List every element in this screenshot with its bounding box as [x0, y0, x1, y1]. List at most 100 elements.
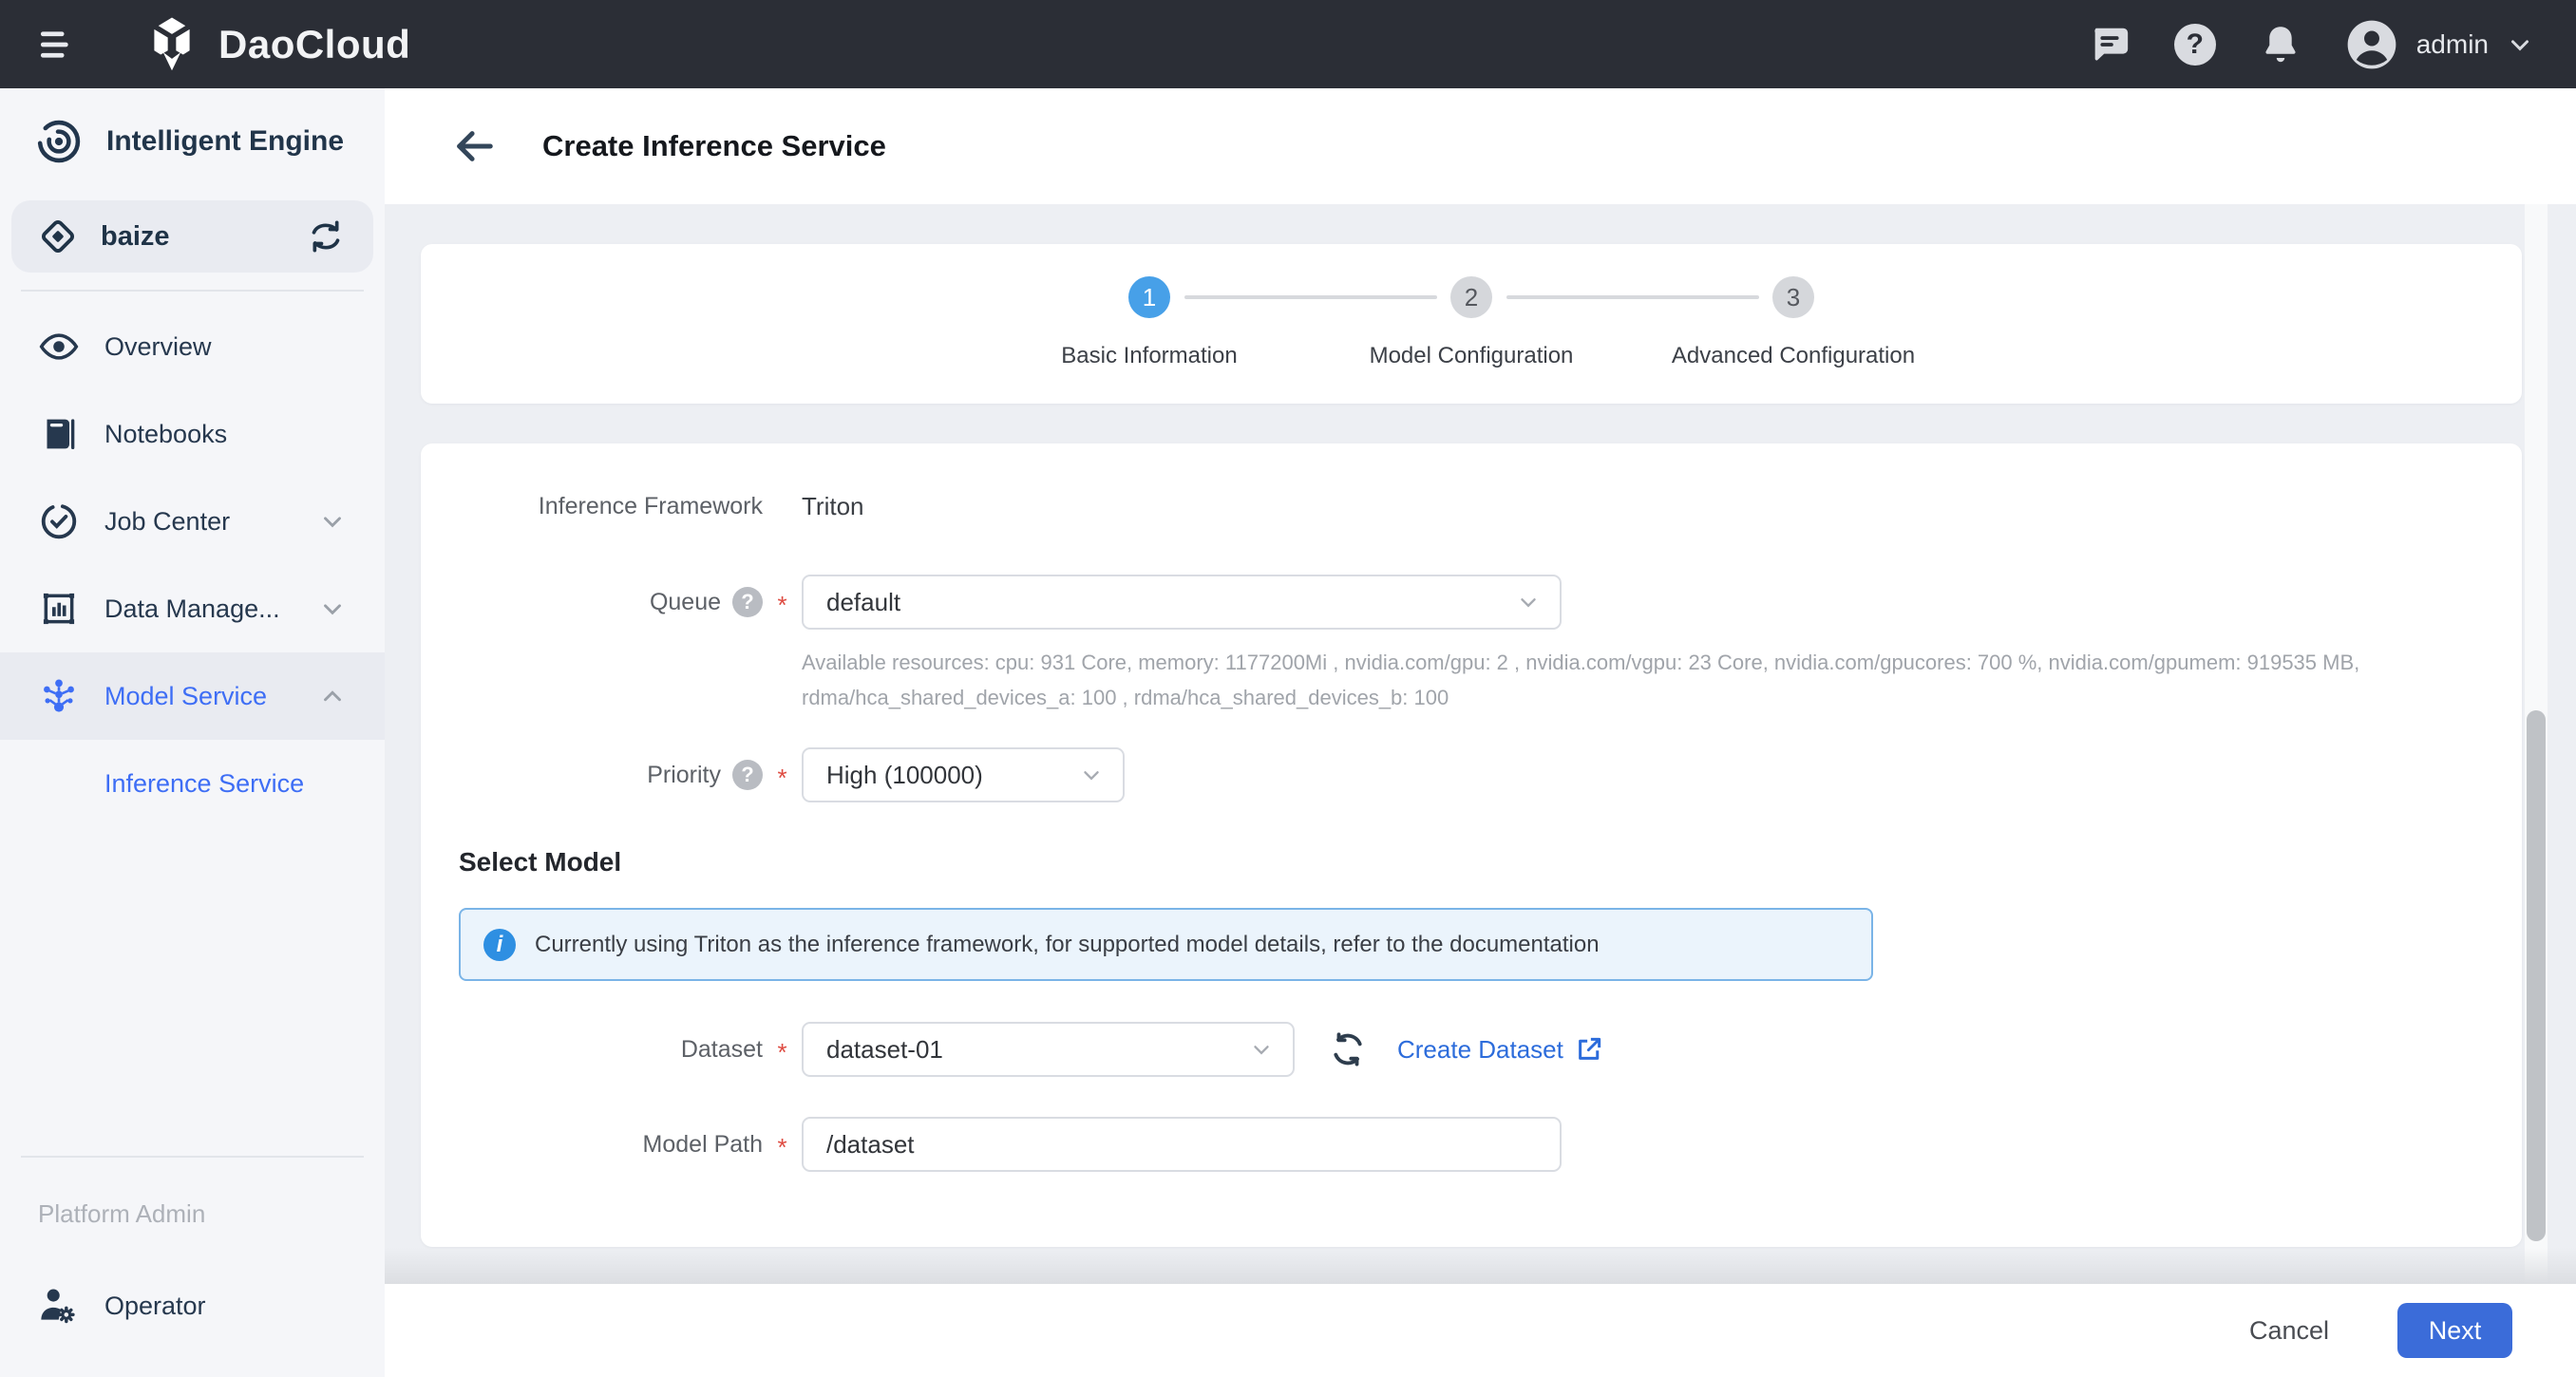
workspace-icon: [38, 217, 78, 256]
eye-icon: [38, 327, 80, 367]
workspace-swap-icon[interactable]: [307, 217, 345, 255]
create-dataset-link[interactable]: Create Dataset: [1397, 1035, 1603, 1065]
page-header: Create Inference Service: [385, 88, 2576, 204]
content-scroll-area: 1 2 3 Basic Information Model Configurat…: [385, 204, 2576, 1284]
chevron-down-icon: [1079, 763, 1104, 787]
workspace-name: baize: [101, 221, 170, 253]
hamburger-menu-icon[interactable]: [34, 20, 84, 69]
queue-select-value: default: [826, 588, 900, 617]
operator-icon: [36, 1284, 80, 1328]
priority-select[interactable]: High (100000): [802, 747, 1125, 802]
step-1-circle: 1: [1128, 276, 1170, 318]
chevron-down-icon: [1516, 590, 1541, 614]
intelligent-engine-icon: [34, 117, 84, 166]
product-name: Intelligent Engine: [106, 125, 344, 158]
data-management-icon: [38, 589, 80, 629]
sidebar-divider: [21, 1156, 364, 1158]
banner-text: Currently using Triton as the inference …: [535, 932, 1600, 958]
step-2-circle: 2: [1450, 276, 1492, 318]
sidebar-item-model-service[interactable]: Model Service: [0, 652, 385, 740]
queue-row: Queue ? * default: [421, 575, 2522, 630]
sidebar-item-overview[interactable]: Overview: [0, 303, 385, 390]
messages-icon[interactable]: [2088, 23, 2131, 66]
dataset-row: Dataset * dataset-01 Create Dataset: [421, 1022, 2522, 1077]
basic-information-form-card: Inference Framework Triton Queue ? * def…: [421, 443, 2522, 1247]
daocloud-logo-icon: [142, 15, 201, 74]
scrollbar-thumb[interactable]: [2527, 710, 2546, 1241]
inference-framework-value: Triton: [802, 492, 864, 521]
step-3-label: Advanced Configuration: [1633, 343, 1955, 369]
step-1-label: Basic Information: [989, 343, 1311, 369]
stepper-card: 1 2 3 Basic Information Model Configurat…: [421, 244, 2522, 404]
framework-info-banner: i Currently using Triton as the inferenc…: [459, 908, 1873, 981]
scrollbar[interactable]: [2525, 204, 2548, 1284]
chevron-down-icon: [1249, 1037, 1274, 1062]
sidebar-bottom: Platform Admin Operator: [0, 1156, 385, 1328]
main-area: Create Inference Service 1 2 3 Bas: [385, 88, 2576, 1377]
sidebar: Intelligent Engine baize Overview: [0, 88, 385, 1377]
platform-admin-label: Platform Admin: [0, 1199, 385, 1229]
topbar-actions: ? admin: [2088, 17, 2534, 72]
help-icon[interactable]: ?: [2173, 23, 2217, 66]
inference-framework-label: Inference Framework: [421, 493, 763, 520]
priority-label: Priority ?: [421, 760, 763, 790]
sidebar-item-data-management[interactable]: Data Manage...: [0, 565, 385, 652]
required-asterisk: *: [763, 1127, 802, 1162]
username: admin: [2416, 29, 2489, 60]
queue-label: Queue ?: [421, 587, 763, 617]
chevron-down-icon: [2506, 30, 2534, 59]
step-2-label: Model Configuration: [1311, 343, 1633, 369]
workspace-selector[interactable]: baize: [11, 200, 373, 273]
external-link-icon: [1575, 1035, 1603, 1064]
sidebar-divider: [21, 290, 364, 292]
sidebar-item-inference-service[interactable]: Inference Service: [0, 740, 385, 827]
back-arrow-icon[interactable]: [451, 123, 497, 169]
stepper: 1 2 3 Basic Information Model Configurat…: [989, 276, 1955, 369]
book-icon: [38, 415, 80, 453]
chevron-up-icon: [318, 682, 347, 710]
info-icon: i: [483, 929, 516, 961]
model-path-input[interactable]: [802, 1117, 1562, 1172]
avatar: [2344, 17, 2399, 72]
sidebar-product: Intelligent Engine: [0, 88, 385, 195]
sidebar-item-job-center[interactable]: Job Center: [0, 478, 385, 565]
step-3-circle: 3: [1772, 276, 1814, 318]
model-path-label: Model Path: [421, 1131, 763, 1159]
notifications-bell-icon[interactable]: [2259, 23, 2302, 66]
topbar: DaoCloud ? admin: [0, 0, 2576, 88]
step-connector: [1184, 295, 1437, 299]
model-service-icon: [38, 676, 80, 716]
queue-available-resources-text: Available resources: cpu: 931 Core, memo…: [802, 645, 2521, 715]
step-connector: [1506, 295, 1759, 299]
queue-help-icon[interactable]: ?: [732, 587, 763, 617]
required-asterisk: *: [763, 1032, 802, 1067]
next-button[interactable]: Next: [2397, 1303, 2512, 1358]
bottom-shadow: [385, 1248, 2576, 1284]
priority-row: Priority ? * High (100000): [421, 747, 2522, 802]
dataset-select[interactable]: dataset-01: [802, 1022, 1295, 1077]
priority-help-icon[interactable]: ?: [732, 760, 763, 790]
dataset-label: Dataset: [421, 1036, 763, 1064]
required-asterisk: *: [763, 758, 802, 793]
page-title: Create Inference Service: [542, 129, 886, 163]
sidebar-item-notebooks[interactable]: Notebooks: [0, 390, 385, 478]
sidebar-item-operator[interactable]: Operator: [0, 1284, 385, 1328]
required-asterisk: *: [763, 585, 802, 620]
cancel-button[interactable]: Cancel: [2249, 1316, 2329, 1346]
app-window: DaoCloud ? admin: [0, 0, 2576, 1377]
queue-select[interactable]: default: [802, 575, 1562, 630]
user-menu[interactable]: admin: [2344, 17, 2534, 72]
sidebar-nav: Overview Notebooks Job Center: [0, 303, 385, 827]
inference-framework-row: Inference Framework Triton: [421, 478, 2522, 535]
chevron-down-icon: [318, 507, 347, 536]
priority-select-value: High (100000): [826, 761, 983, 790]
footer-action-bar: Cancel Next: [385, 1284, 2576, 1377]
model-path-row: Model Path *: [421, 1117, 2522, 1172]
job-center-icon: [38, 501, 80, 541]
daocloud-logo[interactable]: DaoCloud: [142, 15, 410, 74]
refresh-datasets-icon[interactable]: [1329, 1030, 1367, 1068]
brand-name: DaoCloud: [218, 22, 410, 67]
chevron-down-icon: [318, 594, 347, 623]
select-model-heading: Select Model: [459, 847, 621, 877]
dataset-select-value: dataset-01: [826, 1035, 943, 1065]
